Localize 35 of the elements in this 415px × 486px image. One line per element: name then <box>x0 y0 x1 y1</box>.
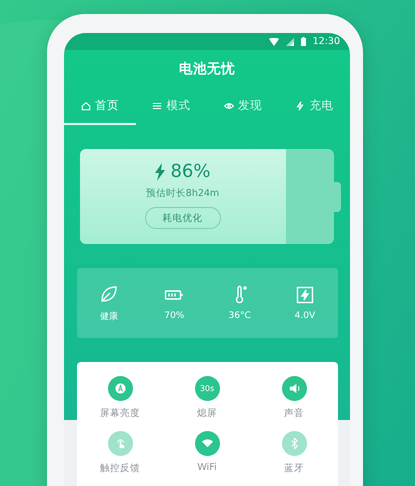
app-title: 电池无忧 <box>179 60 235 79</box>
nav-tab[interactable]: 充电 <box>278 88 350 125</box>
voltage-icon <box>294 285 315 305</box>
eye-icon <box>224 100 234 110</box>
speaker-icon[interactable] <box>282 376 306 401</box>
optimize-button[interactable]: 耗电优化 <box>144 207 220 229</box>
toggle-label: 蓝牙 <box>284 462 304 475</box>
leaf-icon <box>99 284 120 304</box>
nav-tab[interactable]: 首页 <box>64 88 136 125</box>
brightness-icon[interactable] <box>108 376 132 401</box>
sliders-icon <box>152 100 162 110</box>
battery-percent: 86% <box>170 161 210 182</box>
battery-status-icon <box>300 37 306 46</box>
time-estimate: 预估时长8h24m <box>146 187 220 200</box>
bolt-icon <box>295 100 306 110</box>
toggle-label: 熄屏 <box>197 407 217 420</box>
bluetooth-icon[interactable] <box>282 431 306 456</box>
wifi-signal-icon <box>268 38 279 46</box>
hand-icon[interactable] <box>108 431 132 456</box>
cell-signal-icon <box>286 38 294 46</box>
stat-label: 健康 <box>100 310 118 322</box>
stat-label: 70% <box>164 311 184 321</box>
nav-tab[interactable]: 发现 <box>207 88 278 125</box>
stat-label: 36°C <box>228 311 251 321</box>
toggle-label: 触控反馈 <box>100 462 140 475</box>
toggle-label: WiFi <box>197 462 217 473</box>
home-icon <box>80 100 91 110</box>
timer-icon[interactable]: 30s <box>194 376 220 401</box>
status-time: 12:30 <box>312 36 340 47</box>
stat-label: 4.0V <box>294 311 316 321</box>
nav-tab[interactable]: 模式 <box>136 88 207 125</box>
toggle-label: 声音 <box>284 407 304 420</box>
bolt-icon <box>154 162 166 180</box>
toggle-label: 屏幕亮度 <box>100 407 140 420</box>
wifi-icon[interactable] <box>194 431 220 456</box>
